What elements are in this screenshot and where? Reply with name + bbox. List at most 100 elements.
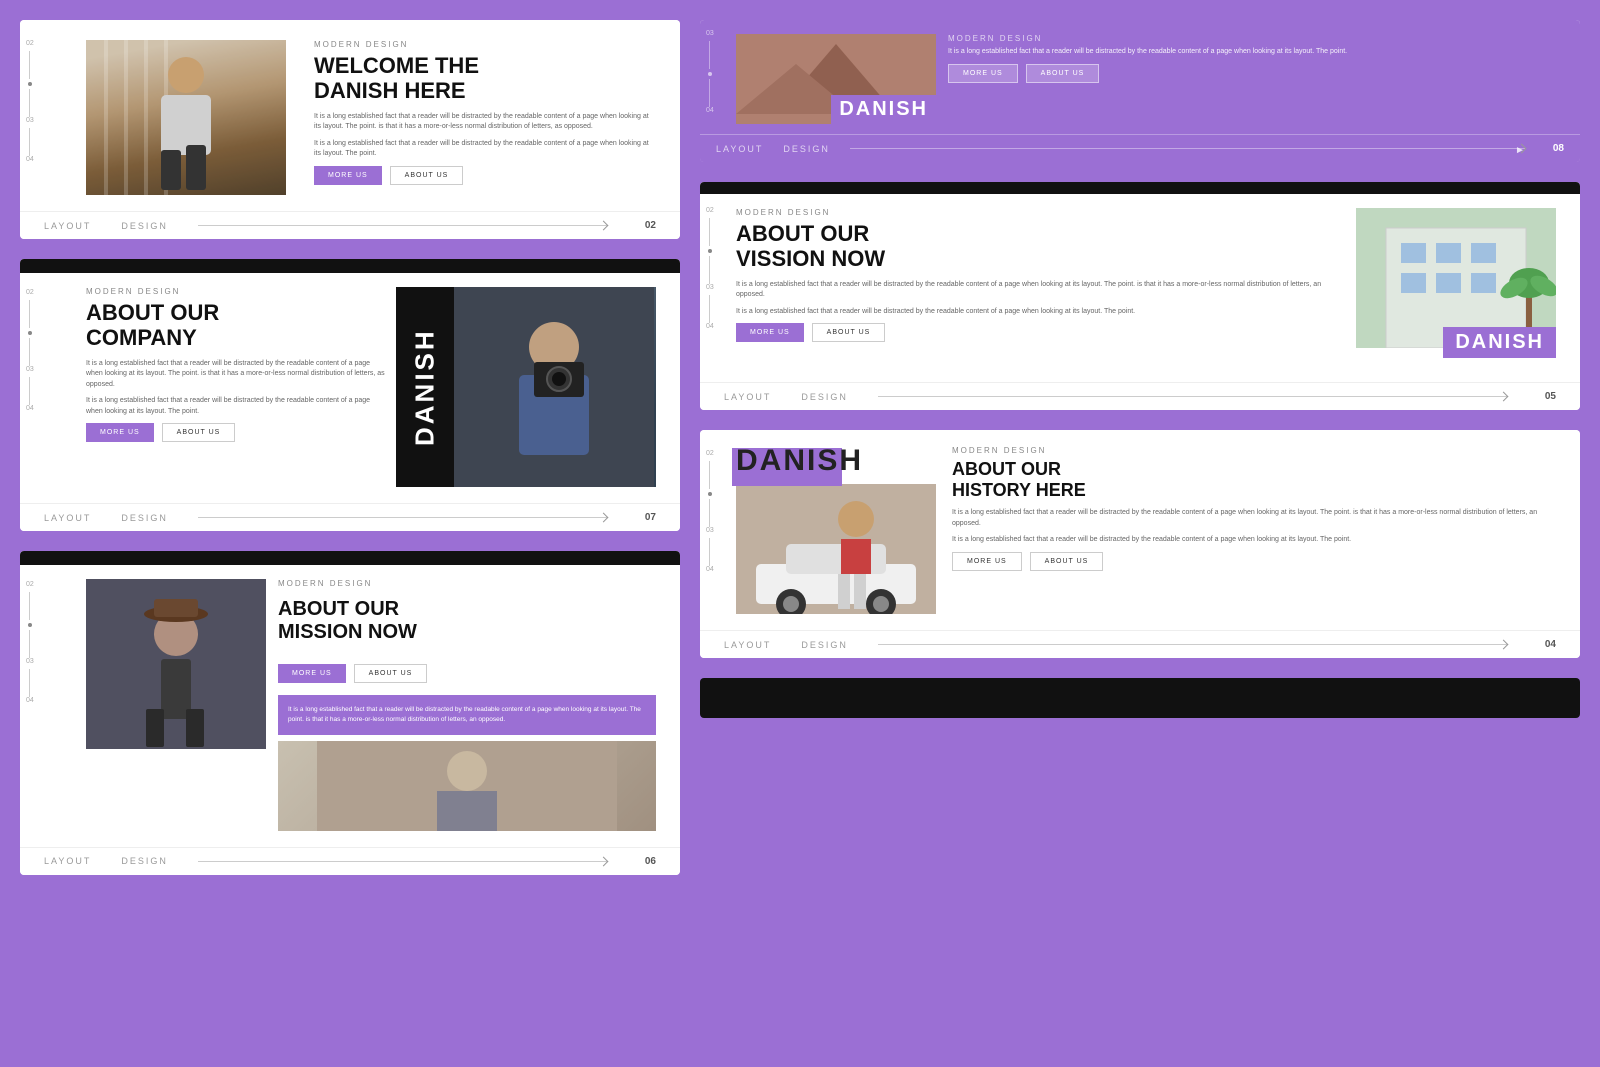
side-num-r2-04: 04 [706, 323, 714, 330]
footer-design-s2: DESIGN [121, 513, 168, 523]
r2-label: MODERN DESIGN [736, 208, 1344, 217]
side-num-r3-02: 02 [706, 450, 714, 457]
slide3-man-hat-image [86, 579, 266, 749]
r1-label: MODERN DESIGN [948, 34, 1564, 43]
footer-layout-r2: LAYOUT [724, 392, 771, 402]
side-nav-r1: 03 04 [706, 30, 714, 118]
footer-design-r1: DESIGN [783, 144, 830, 154]
slide1-more-btn[interactable]: MORE US [314, 166, 382, 185]
footer-num-r1: 08 [1553, 143, 1564, 154]
r1-footer: LAYOUT DESIGN ► 08 [700, 134, 1580, 162]
danish-vertical-text: DANISH [396, 287, 454, 487]
slide1-about-btn[interactable]: ABOUT US [390, 166, 464, 185]
r2-black-bar [700, 182, 1580, 194]
slide-r1: 03 04 [700, 20, 1580, 162]
slide1-label: MODERN DESIGN [314, 40, 656, 49]
r2-body1: It is a long established fact that a rea… [736, 280, 1344, 301]
r1-more-btn[interactable]: MORE US [948, 64, 1018, 83]
footer-layout-r1: LAYOUT [716, 144, 763, 154]
footer-design-r2: DESIGN [801, 392, 848, 402]
side-num-02: 02 [26, 40, 34, 47]
camera-man-img [454, 287, 656, 487]
side-num-04: 04 [26, 156, 34, 163]
r3-footer: LAYOUT DESIGN 04 [700, 630, 1580, 658]
r1-about-btn[interactable]: ABOUT US [1026, 64, 1100, 83]
r2-about-btn[interactable]: ABOUT US [812, 323, 886, 342]
car-man-img [736, 484, 936, 614]
slide3-title: ABOUT OUR MISSION NOW [278, 598, 656, 644]
slide2-more-btn[interactable]: MORE US [86, 423, 154, 442]
r3-label: MODERN DESIGN [952, 446, 1556, 455]
r3-title: ABOUT OUR HISTORY HERE [952, 459, 1556, 500]
side-nav-s2: 02 03 04 [26, 289, 34, 416]
footer-line-r1: ► [850, 148, 1525, 149]
footer-design-r3: DESIGN [801, 640, 848, 650]
r2-danish-corner: DANISH [1443, 327, 1556, 358]
r2-title: ABOUT OUR VISSION NOW [736, 221, 1344, 272]
footer-num-r3: 04 [1545, 639, 1556, 650]
r2-footer: LAYOUT DESIGN 05 [700, 382, 1580, 410]
footer-num-s1: 02 [645, 220, 656, 231]
footer-line-s3 [198, 861, 607, 862]
slide2-footer: LAYOUT DESIGN 07 [20, 503, 680, 531]
slide2-about-btn[interactable]: ABOUT US [162, 423, 236, 442]
slide3-label: MODERN DESIGN [278, 579, 656, 588]
slide2-title: ABOUT OUR COMPANY [86, 300, 386, 351]
slide1-body2: It is a long established fact that a rea… [314, 139, 656, 160]
side-num-03: 03 [26, 117, 34, 124]
slide1-body1: It is a long established fact that a rea… [314, 112, 656, 133]
slide3-about-btn[interactable]: ABOUT US [354, 664, 428, 683]
side-nav-s3: 02 03 04 [26, 581, 34, 708]
side-nav-s1: 02 03 04 [26, 40, 34, 167]
slide1-footer: LAYOUT DESIGN 02 [20, 211, 680, 239]
slide-1: 02 03 04 [20, 20, 680, 239]
side-num-s3-04: 04 [26, 697, 34, 704]
slide3-footer: LAYOUT DESIGN 06 [20, 847, 680, 875]
footer-design-s1: DESIGN [121, 221, 168, 231]
side-num-s2-04: 04 [26, 405, 34, 412]
slide3-purple-textbox: It is a long established fact that a rea… [278, 695, 656, 735]
side-num-r3-03: 03 [706, 527, 714, 534]
side-num-r1-03: 03 [706, 30, 714, 37]
slide-r2: 02 03 04 MODERN DESIGN ABOUT OUR VISSION… [700, 182, 1580, 410]
slide2-label: MODERN DESIGN [86, 287, 386, 296]
r2-body2: It is a long established fact that a rea… [736, 307, 1344, 318]
footer-num-s2: 07 [645, 512, 656, 523]
footer-line-s1 [198, 225, 607, 226]
man-sitting-image [86, 40, 286, 195]
r3-more-btn[interactable]: MORE US [952, 552, 1022, 571]
slide-3: 02 03 04 [20, 551, 680, 875]
r3-man-car-image [736, 484, 936, 614]
footer-line-r3 [878, 644, 1507, 645]
slide2-body1: It is a long established fact that a rea… [86, 359, 386, 391]
footer-layout-s1: LAYOUT [44, 221, 91, 231]
slide-2: 02 03 04 MODERN DESIGN ABOUT OUR COMPANY… [20, 259, 680, 531]
r3-about-btn[interactable]: ABOUT US [1030, 552, 1104, 571]
r2-more-btn[interactable]: MORE US [736, 323, 804, 342]
hat-man-img [86, 579, 266, 749]
r1-danish-overlay: DANISH [831, 95, 936, 124]
side-num-r1-04: 04 [706, 107, 714, 114]
side-num-s3-03: 03 [26, 658, 34, 665]
footer-design-s3: DESIGN [121, 856, 168, 866]
footer-num-s3: 06 [645, 856, 656, 867]
footer-layout-r3: LAYOUT [724, 640, 771, 650]
slide3-more-btn[interactable]: MORE US [278, 664, 346, 683]
slide1-title: WELCOME THE DANISH HERE [314, 53, 656, 104]
r3-body2: It is a long established fact that a rea… [952, 535, 1556, 546]
slide2-camera-image [454, 287, 656, 487]
r4-black-bar [700, 678, 1580, 718]
side-num-s2-03: 03 [26, 366, 34, 373]
footer-layout-s3: LAYOUT [44, 856, 91, 866]
r3-danish-hero: DANISH [736, 446, 936, 476]
slide3-second-image [278, 741, 656, 831]
slide3-black-bar [20, 551, 680, 565]
side-num-r2-02: 02 [706, 207, 714, 214]
slide1-image [86, 40, 286, 195]
side-num-r2-03: 03 [706, 284, 714, 291]
side-nav-r2: 02 03 04 [706, 207, 714, 334]
side-num-r3-04: 04 [706, 566, 714, 573]
footer-line-r2 [878, 396, 1507, 397]
r3-body1: It is a long established fact that a rea… [952, 508, 1556, 529]
side-num-s2-02: 02 [26, 289, 34, 296]
